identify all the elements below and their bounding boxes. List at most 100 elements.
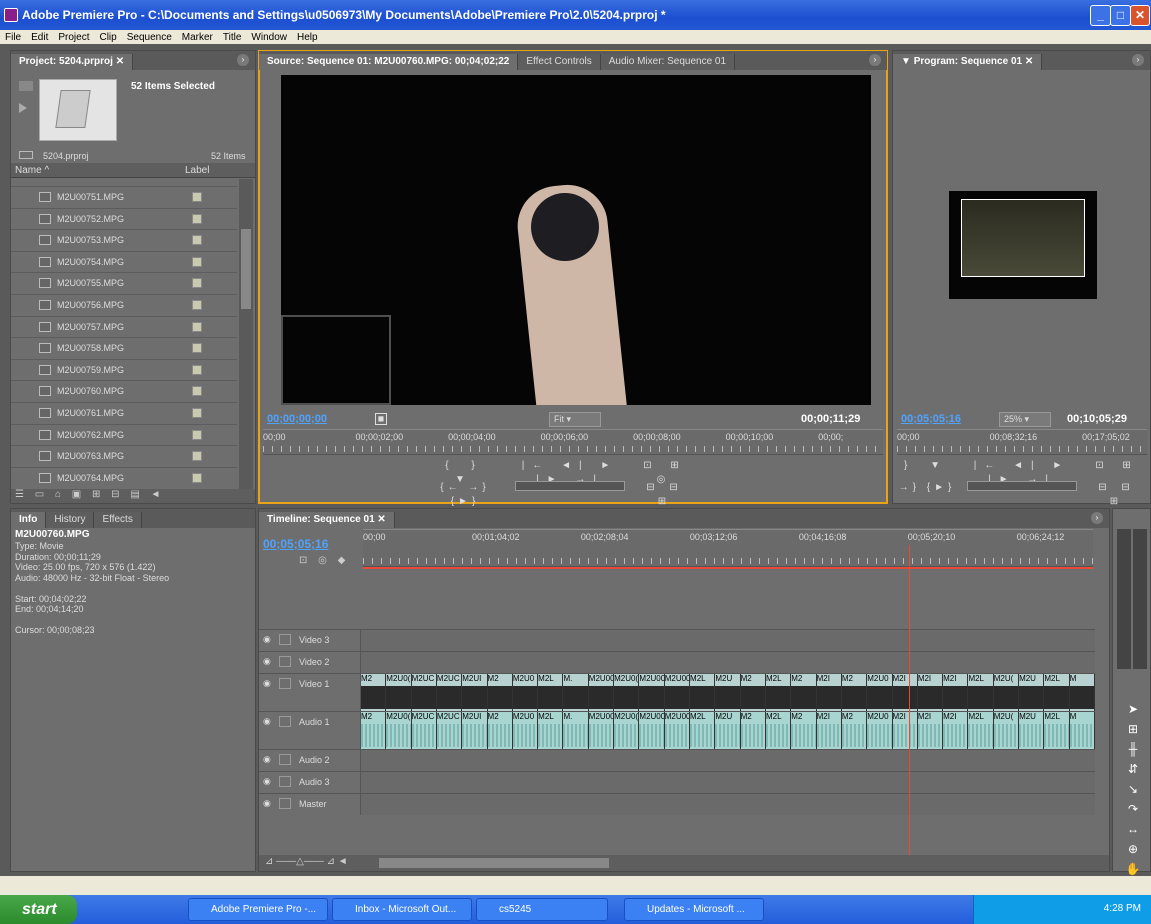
- menu-item-title[interactable]: Title: [218, 32, 247, 43]
- menu-item-marker[interactable]: Marker: [177, 32, 218, 43]
- timeline-clip[interactable]: M2I: [943, 712, 969, 749]
- program-current-timecode[interactable]: 00;05;05;16: [901, 413, 961, 425]
- timeline-clip[interactable]: M2I: [943, 674, 969, 711]
- timeline-clip[interactable]: M2: [487, 712, 513, 749]
- lock-box[interactable]: [279, 678, 291, 689]
- timeline-clip[interactable]: M2U: [1019, 712, 1045, 749]
- timeline-clip[interactable]: M2U007: [664, 712, 691, 749]
- timeline-clip[interactable]: M2I: [816, 712, 842, 749]
- menu-item-help[interactable]: Help: [292, 32, 323, 43]
- menu-item-window[interactable]: Window: [246, 32, 292, 43]
- list-item[interactable]: M2U00757.MPG: [11, 315, 237, 337]
- speaker-icon[interactable]: ◉: [263, 716, 271, 727]
- timeline-clip[interactable]: M2: [791, 712, 817, 749]
- tab-project[interactable]: Project: 5204.prproj ✕: [11, 54, 134, 70]
- taskbar-button-0[interactable]: Adobe Premiere Pro -...: [188, 898, 328, 921]
- program-panel-menu-icon[interactable]: ›: [1132, 54, 1144, 66]
- minimize-button[interactable]: _: [1090, 5, 1111, 26]
- taskbar-button-3[interactable]: Updates - Microsoft ...: [624, 898, 764, 921]
- lock-box[interactable]: [279, 776, 291, 787]
- list-item[interactable]: M2U00764.MPG: [11, 466, 237, 488]
- list-item[interactable]: M2U00763.MPG: [11, 445, 237, 466]
- timeline-clip[interactable]: M2: [361, 674, 387, 711]
- timeline-clip[interactable]: M2U(: [993, 712, 1020, 749]
- timeline-clip[interactable]: M2U0: [867, 712, 893, 749]
- timeline-timecode[interactable]: 00;05;05;16: [263, 537, 328, 551]
- tab-timeline[interactable]: Timeline: Sequence 01 ✕: [259, 512, 395, 528]
- timeline-clip[interactable]: M2: [487, 674, 513, 711]
- menu-item-clip[interactable]: Clip: [94, 32, 121, 43]
- list-item[interactable]: M2U00761.MPG: [11, 402, 237, 423]
- timeline-clip[interactable]: M2: [791, 674, 817, 711]
- menu-item-edit[interactable]: Edit: [26, 32, 53, 43]
- timeline-clip[interactable]: M2L: [1044, 712, 1070, 749]
- jog-shuttle-slider[interactable]: [515, 481, 625, 491]
- timeline-clip[interactable]: M2L: [968, 674, 994, 711]
- timeline-clip[interactable]: M2U0075:: [588, 712, 615, 749]
- timeline-clip[interactable]: M2I: [892, 674, 918, 711]
- timeline-clip[interactable]: M2L: [690, 674, 716, 711]
- timeline-clip[interactable]: M2U: [1019, 674, 1045, 711]
- tool-buttons[interactable]: ➤ ⊞ ╫ ⇵ ↘ ↷ ↔ ⊕ ✋: [1119, 699, 1147, 879]
- timeline-clip[interactable]: M2UC: [411, 674, 437, 711]
- timeline-clip[interactable]: M2U0075:: [588, 674, 615, 711]
- timeline-clip[interactable]: M2L: [765, 712, 792, 749]
- timeline-clip[interactable]: M2U0: [512, 674, 539, 711]
- eye-icon[interactable]: ◉: [263, 656, 271, 667]
- insert-overlay-buttons[interactable]: ⊟ ⊟ ⊞: [635, 481, 695, 509]
- column-label[interactable]: Label: [185, 165, 209, 176]
- timeline-clip[interactable]: M: [1069, 712, 1095, 749]
- taskbar-button-2[interactable]: cs5245: [476, 898, 608, 921]
- timeline-clip[interactable]: M2UC: [436, 712, 463, 749]
- menu-item-file[interactable]: File: [0, 32, 26, 43]
- tab-effects[interactable]: Effects: [94, 512, 142, 528]
- timeline-clip[interactable]: M2I: [917, 674, 944, 711]
- fit-dropdown[interactable]: Fit ▾: [549, 412, 601, 427]
- menu-item-project[interactable]: Project: [53, 32, 94, 43]
- tab-source-0[interactable]: Source: Sequence 01: M2U00760.MPG: 00;04…: [259, 54, 519, 70]
- tab-info[interactable]: Info: [11, 512, 47, 528]
- maximize-button[interactable]: □: [1110, 5, 1131, 26]
- program-mark-buttons[interactable]: } ▼: [897, 459, 957, 473]
- list-item[interactable]: M2U00754.MPG: [11, 250, 237, 272]
- timeline-clip[interactable]: M2U007: [664, 674, 691, 711]
- timeline-clip[interactable]: M2: [841, 674, 868, 711]
- tab-source-1[interactable]: Effect Controls: [518, 54, 601, 70]
- list-item[interactable]: M2U00762.MPG: [11, 423, 237, 445]
- program-lift-extract-buttons[interactable]: ⊟ ⊟ ⊞: [1087, 481, 1147, 509]
- list-item[interactable]: M2U00760.MPG: [11, 380, 237, 401]
- timeline-clip[interactable]: M: [1069, 674, 1095, 711]
- close-button[interactable]: ✕: [1130, 5, 1150, 26]
- lock-box[interactable]: [279, 754, 291, 765]
- list-item[interactable]: M2U00758.MPG: [11, 337, 237, 358]
- list-item[interactable]: M2U00752.MPG: [11, 207, 237, 229]
- lock-box[interactable]: [279, 634, 291, 645]
- timeline-clip[interactable]: M2UI: [462, 674, 488, 711]
- timeline-clip[interactable]: M2U007: [639, 712, 665, 749]
- timeline-clip[interactable]: M2U0: [512, 712, 539, 749]
- timeline-clip[interactable]: M2L: [1044, 674, 1070, 711]
- scroll-thumb[interactable]: [241, 229, 251, 309]
- timeline-clip[interactable]: M2U007: [639, 674, 665, 711]
- source-panel-menu-icon[interactable]: ›: [869, 54, 881, 66]
- timeline-clip[interactable]: M2U0(: [386, 712, 412, 749]
- tab-program[interactable]: ▼ Program: Sequence 01 ✕: [893, 54, 1043, 70]
- program-time-ruler[interactable]: 00;00 00;08;32;16 00;17;05;02: [897, 429, 1147, 455]
- eye-icon[interactable]: ◉: [263, 798, 271, 809]
- source-time-ruler[interactable]: 00;00 00;00;02;00 00;00;04;00 00;00;06;00 00…: [263, 429, 883, 455]
- list-view-icon[interactable]: ☰ ▭ ⌂ ▣ ⊞ ⊟ ▤ ◄: [15, 489, 164, 500]
- lock-box[interactable]: [279, 656, 291, 667]
- timeline-clip[interactable]: M2UI: [462, 712, 488, 749]
- timeline-panel-menu-icon[interactable]: ›: [1091, 512, 1103, 524]
- tab-history[interactable]: History: [46, 512, 95, 528]
- timeline-clip[interactable]: M2: [361, 712, 387, 749]
- speaker-icon[interactable]: ◉: [263, 776, 271, 787]
- zoom-dropdown[interactable]: 25% ▾: [999, 412, 1051, 427]
- eye-icon[interactable]: ◉: [263, 634, 271, 645]
- folder-up-icon[interactable]: [19, 151, 33, 159]
- playhead-line[interactable]: [909, 545, 911, 855]
- timeline-clip[interactable]: M2I: [816, 674, 842, 711]
- timeline-clip[interactable]: M2U0(: [386, 674, 412, 711]
- timeline-clip[interactable]: M2U(: [993, 674, 1020, 711]
- timeline-clip[interactable]: M2I: [892, 712, 918, 749]
